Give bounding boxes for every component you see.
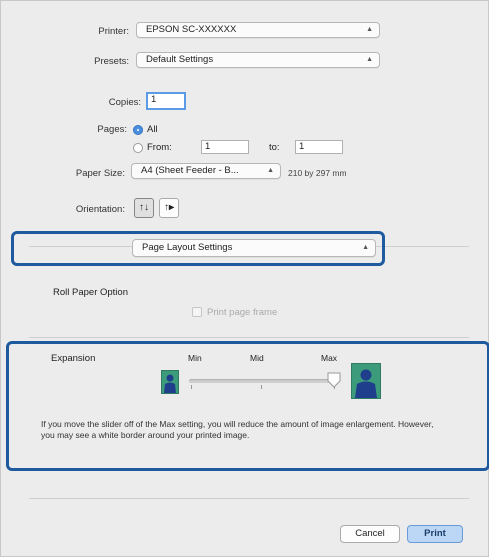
paper-size-value: A4 (Sheet Feeder - B... [141, 165, 239, 176]
print-button[interactable]: Print [407, 525, 463, 543]
up-down-arrows-icon: ▲ [366, 26, 373, 33]
pages-from-radio[interactable] [133, 143, 143, 153]
separator [29, 337, 469, 338]
cancel-button[interactable]: Cancel [340, 525, 400, 543]
large-image-icon [351, 363, 381, 399]
presets-label: Presets: [94, 56, 129, 67]
paper-dimensions: 210 by 297 mm [288, 168, 347, 178]
printer-label: Printer: [98, 26, 129, 37]
slider-thumb[interactable] [327, 372, 341, 388]
expansion-max-label: Max [321, 353, 338, 363]
presets-value: Default Settings [146, 54, 214, 65]
expansion-description: If you move the slider off of the Max se… [41, 419, 434, 440]
copies-label: Copies: [108, 97, 141, 108]
landscape-orientation-icon[interactable]: ↑▸ [159, 198, 179, 218]
up-down-arrows-icon: ▲ [267, 167, 274, 174]
copies-field[interactable]: 1 [146, 92, 186, 110]
pages-from-field[interactable]: 1 [201, 140, 249, 154]
slider-tick [191, 385, 192, 389]
orientation-label: Orientation: [75, 204, 125, 215]
pages-to-field[interactable]: 1 [295, 140, 343, 154]
pages-to-label: to: [269, 142, 280, 153]
pages-all-label: All [147, 124, 158, 135]
presets-popup[interactable]: Default Settings ▲ [136, 52, 380, 68]
separator [29, 498, 469, 499]
section-popup-value: Page Layout Settings [142, 242, 233, 253]
printer-popup[interactable]: EPSON SC-XXXXXX ▲ [136, 22, 380, 38]
paper-size-popup[interactable]: A4 (Sheet Feeder - B... ▲ [131, 163, 281, 179]
expansion-mid-label: Mid [250, 353, 264, 363]
up-down-arrows-icon: ▲ [366, 56, 373, 63]
roll-paper-label: Roll Paper Option [53, 287, 128, 298]
pages-from-label: From: [147, 142, 172, 153]
portrait-orientation-icon[interactable]: ↑↓ [134, 198, 154, 218]
printer-value: EPSON SC-XXXXXX [146, 24, 237, 35]
small-image-icon [161, 370, 179, 394]
expansion-label: Expansion [51, 353, 96, 364]
print-page-frame-checkbox[interactable] [192, 307, 202, 317]
slider-tick [261, 385, 262, 389]
up-down-arrows-icon: ▲ [362, 244, 369, 251]
print-page-frame-label: Print page frame [207, 307, 278, 318]
print-dialog: Printer: EPSON SC-XXXXXX ▲ Presets: Defa… [0, 0, 489, 557]
pages-label: Pages: [97, 124, 127, 135]
section-popup[interactable]: Page Layout Settings ▲ [132, 239, 376, 257]
expansion-min-label: Min [188, 353, 202, 363]
paper-size-label: Paper Size: [75, 168, 125, 179]
expansion-slider[interactable] [189, 379, 337, 383]
pages-all-radio[interactable] [133, 125, 143, 135]
